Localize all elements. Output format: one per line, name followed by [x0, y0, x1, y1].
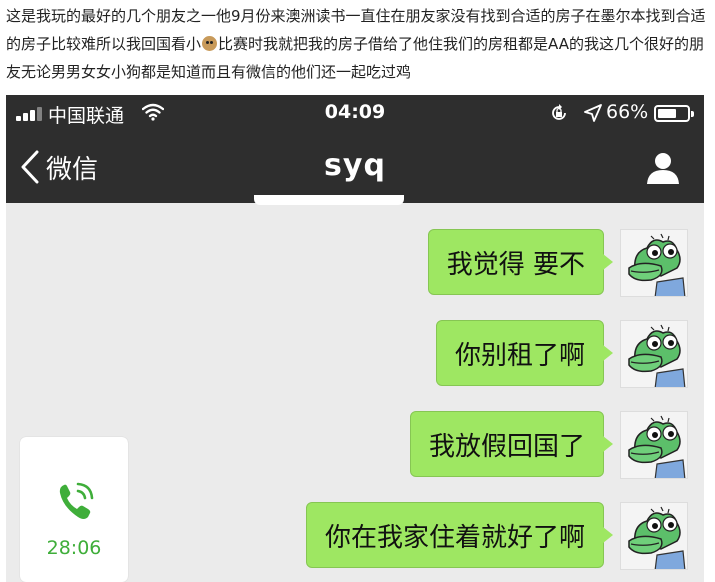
avatar[interactable]: [620, 411, 688, 479]
chat-header: 微信 syq: [6, 131, 704, 203]
avatar[interactable]: [620, 502, 688, 570]
orientation-lock-icon: [552, 104, 566, 120]
message-bubble[interactable]: 你别租了啊: [435, 320, 614, 386]
voice-call-record[interactable]: 28:06: [20, 437, 128, 582]
wechat-chat-screenshot: 中国联通 04:09 66% 微信 syq 我觉得 要不 你别租了啊 我放假回国…: [6, 95, 704, 582]
dog-face-emoji-icon: [202, 36, 218, 51]
message-row: 你别租了啊: [435, 320, 688, 388]
message-bubble[interactable]: 我觉得 要不: [427, 229, 614, 295]
status-bar: 中国联通 04:09 66%: [6, 95, 704, 131]
message-bubble[interactable]: 你在我家住着就好了啊: [305, 502, 614, 568]
frog-avatar-icon: [621, 321, 687, 387]
avatar[interactable]: [620, 229, 688, 297]
phone-call-icon: [59, 482, 94, 519]
frog-avatar-icon: [621, 412, 687, 478]
location-arrow-icon: [584, 104, 602, 122]
previous-message-edge: [254, 195, 404, 205]
profile-icon[interactable]: [646, 151, 680, 185]
chat-title: syq: [324, 148, 386, 183]
frog-avatar-icon: [621, 230, 687, 296]
frog-avatar-icon: [621, 503, 687, 569]
post-text: 这是我玩的最好的几个朋友之一他9月份来澳洲读书一直住在朋友家没有找到合适的房子在…: [6, 2, 710, 86]
message-row: 你在我家住着就好了啊: [305, 502, 688, 570]
message-row: 我觉得 要不: [427, 229, 688, 297]
battery-icon: [654, 105, 694, 122]
message-bubble[interactable]: 我放假回国了: [409, 411, 614, 477]
call-duration: 28:06: [46, 537, 102, 559]
message-row: 我放假回国了: [409, 411, 688, 479]
battery-percent: 66%: [606, 101, 649, 123]
avatar[interactable]: [620, 320, 688, 388]
